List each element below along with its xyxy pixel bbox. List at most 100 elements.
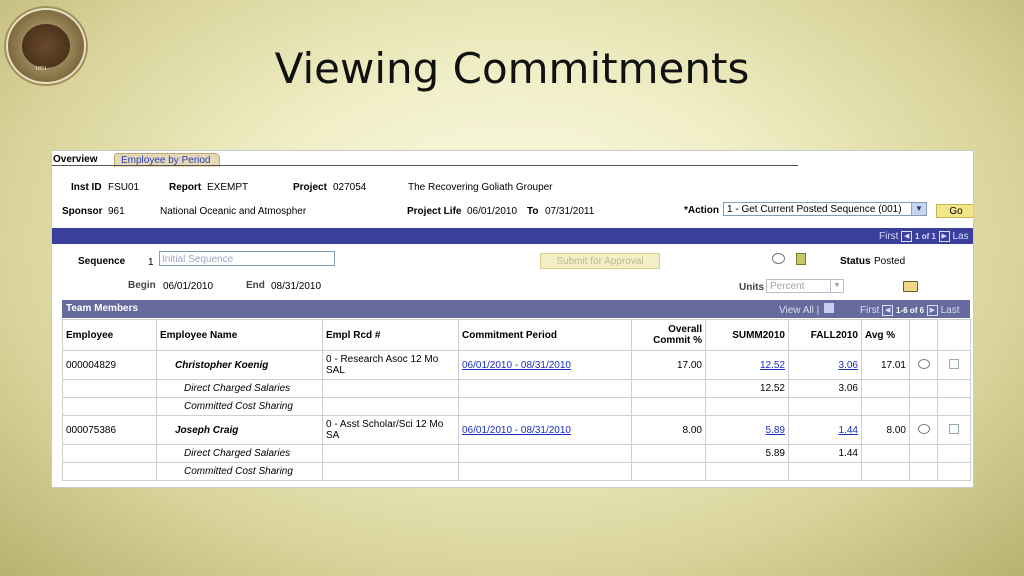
- sponsor-name: National Oceanic and Atmospher: [160, 206, 307, 217]
- tab-divider: [52, 165, 798, 166]
- notes-icon[interactable]: [796, 253, 806, 265]
- sub-row-label: Committed Cost Sharing: [156, 462, 323, 481]
- inst-id-value: FSU01: [108, 182, 140, 193]
- first-arrow-icon[interactable]: ◀: [882, 305, 894, 316]
- team-first-link[interactable]: First: [860, 305, 879, 316]
- col-avg: Avg %: [861, 319, 910, 351]
- project-life-end: 07/31/2011: [545, 206, 595, 217]
- col-commitment-period: Commitment Period: [458, 319, 632, 351]
- status-label: Status: [840, 256, 871, 267]
- sponsor-value: 961: [108, 206, 125, 217]
- report-value: EXEMPT: [207, 182, 249, 193]
- peoplesoft-window: Overview Employee by Period Inst ID FSU0…: [51, 150, 974, 488]
- dropdown-arrow-icon[interactable]: ▼: [830, 280, 843, 292]
- overall-commit: 8.00: [631, 415, 706, 445]
- summ2010-value: 12.52: [705, 379, 789, 398]
- project-life-label: Project Life: [407, 206, 462, 217]
- end-label: End: [246, 280, 265, 291]
- slide-title: Viewing Commitments: [274, 44, 750, 93]
- project-life-start: 06/01/2010: [467, 206, 518, 217]
- end-value: 08/31/2010: [271, 281, 322, 292]
- fall2010-link[interactable]: 1.44: [839, 425, 858, 436]
- sequence-number: 1: [148, 257, 154, 268]
- col-employee: Employee: [62, 319, 157, 351]
- col-employee-name: Employee Name: [156, 319, 323, 351]
- sub-row-label: Direct Charged Salaries: [156, 379, 323, 398]
- empl-rcd: 0 - Research Asoc 12 Mo SAL: [322, 350, 459, 380]
- employee-id: 000004829: [62, 350, 157, 380]
- next-arrow-icon[interactable]: ▶: [938, 231, 950, 242]
- summ2010-link[interactable]: 5.89: [766, 425, 785, 436]
- sub-row-label: Direct Charged Salaries: [156, 444, 323, 463]
- report-label: Report: [169, 182, 202, 193]
- table-row: 000075386 Joseph Craig 0 - Asst Scholar/…: [62, 415, 971, 445]
- folder-icon[interactable]: [903, 281, 918, 292]
- dropdown-arrow-icon[interactable]: ▼: [911, 203, 926, 215]
- sub-row-label: Committed Cost Sharing: [156, 397, 323, 416]
- row-checkbox[interactable]: [949, 358, 959, 369]
- fall2010-value: 1.44: [788, 444, 862, 463]
- sequence-description-input[interactable]: Initial Sequence: [159, 251, 335, 266]
- tab-bar: Overview Employee by Period: [52, 151, 973, 167]
- team-members-table: Employee Employee Name Empl Rcd # Commit…: [62, 319, 971, 481]
- team-members-title: Team Members: [66, 303, 139, 314]
- to-label: To: [527, 206, 539, 217]
- begin-label: Begin: [128, 280, 156, 291]
- table-header-row: Employee Employee Name Empl Rcd # Commit…: [62, 319, 971, 351]
- inst-id-label: Inst ID: [71, 182, 102, 193]
- begin-value: 06/01/2010: [163, 281, 214, 292]
- summ2010-value: 5.89: [705, 444, 789, 463]
- action-select-value: 1 - Get Current Posted Sequence (001): [727, 204, 902, 215]
- nav-first-label[interactable]: First: [879, 231, 898, 242]
- table-row: 000004829 Christopher Koenig 0 - Researc…: [62, 350, 971, 380]
- project-description: The Recovering Goliath Grouper: [408, 182, 553, 193]
- project-label: Project: [293, 182, 327, 193]
- fall2010-value: 3.06: [788, 379, 862, 398]
- empl-rcd: 0 - Asst Scholar/Sci 12 Mo SA: [322, 415, 459, 445]
- team-count: 1-6 of 6: [896, 306, 925, 316]
- action-label: *Action: [684, 205, 719, 216]
- col-comment: [909, 319, 938, 351]
- action-select[interactable]: 1 - Get Current Posted Sequence (001) ▼: [723, 202, 927, 216]
- team-last-link[interactable]: Last: [941, 305, 960, 316]
- avg-percent: 8.00: [861, 415, 910, 445]
- table-row: Direct Charged Salaries 5.89 1.44: [62, 444, 971, 463]
- nav-count: 1 of 1: [915, 232, 936, 242]
- comment-icon[interactable]: [917, 358, 930, 369]
- comment-icon[interactable]: [917, 423, 930, 434]
- grid-icon[interactable]: [824, 303, 834, 313]
- overall-commit: 17.00: [631, 350, 706, 380]
- next-arrow-icon[interactable]: ▶: [926, 305, 938, 316]
- col-summ2010: SUMM2010: [705, 319, 789, 351]
- sponsor-label: Sponsor: [62, 206, 103, 217]
- fall2010-link[interactable]: 3.06: [839, 360, 858, 371]
- submit-for-approval-button[interactable]: Submit for Approval: [540, 253, 660, 269]
- team-view-all-link[interactable]: View All |: [779, 305, 819, 316]
- table-row: Committed Cost Sharing: [62, 462, 971, 481]
- table-row: Committed Cost Sharing: [62, 397, 971, 416]
- employee-id: 000075386: [62, 415, 157, 445]
- col-select: [937, 319, 971, 351]
- col-empl-rcd: Empl Rcd #: [322, 319, 459, 351]
- project-value: 027054: [333, 182, 367, 193]
- team-nav[interactable]: First ◀ 1-6 of 6 ▶ Last: [860, 305, 960, 316]
- nav-last-label[interactable]: Las: [952, 231, 968, 242]
- header-nav-bar: [52, 228, 973, 244]
- commitment-period-link[interactable]: 06/01/2010 - 08/31/2010: [462, 425, 571, 436]
- units-select-value: Percent: [770, 281, 805, 292]
- employee-name: Joseph Craig: [156, 415, 323, 445]
- summ2010-link[interactable]: 12.52: [760, 360, 785, 371]
- units-label: Units: [739, 282, 764, 293]
- comment-icon[interactable]: [772, 253, 785, 264]
- go-button[interactable]: Go: [936, 204, 973, 218]
- sequence-label: Sequence: [78, 256, 126, 267]
- first-arrow-icon[interactable]: ◀: [901, 231, 913, 242]
- table-row: Direct Charged Salaries 12.52 3.06: [62, 379, 971, 398]
- row-checkbox[interactable]: [949, 423, 959, 434]
- nav-first-link[interactable]: First ◀ 1 of 1 ▶ Las: [879, 231, 969, 242]
- commitment-period-link[interactable]: 06/01/2010 - 08/31/2010: [462, 360, 571, 371]
- employee-name: Christopher Koenig: [156, 350, 323, 380]
- units-select[interactable]: Percent ▼: [766, 279, 844, 293]
- col-fall2010: FALL2010: [788, 319, 862, 351]
- col-overall-commit: Overall Commit %: [631, 319, 706, 351]
